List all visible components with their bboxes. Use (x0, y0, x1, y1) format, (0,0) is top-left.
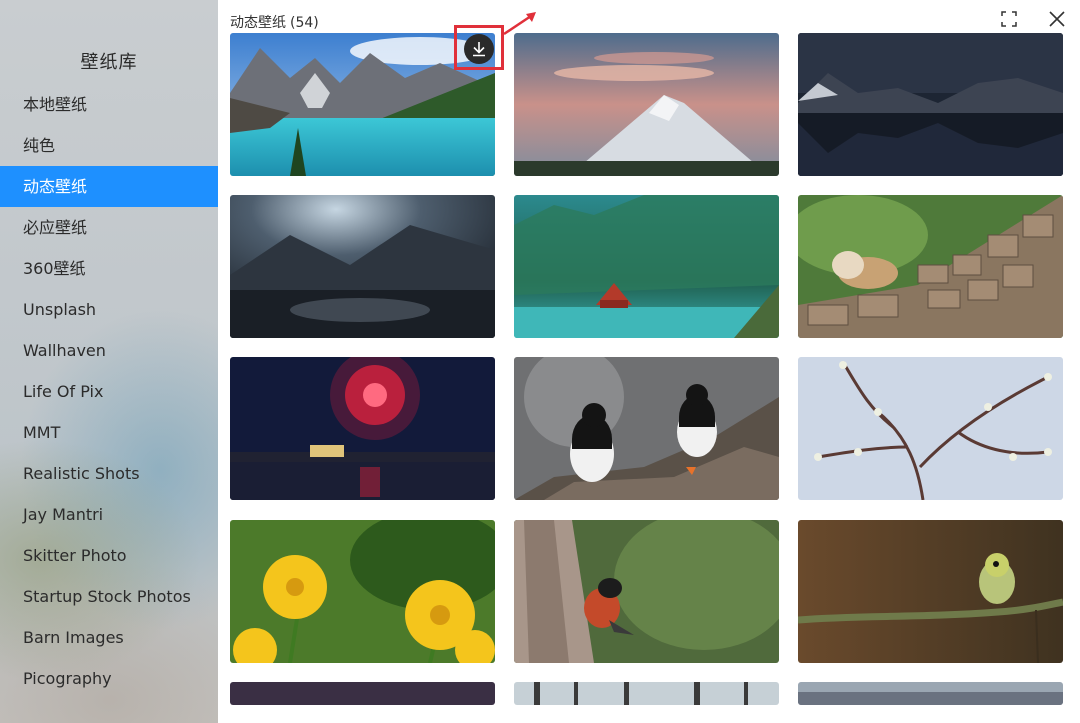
sidebar-item-wallhaven[interactable]: Wallhaven (0, 330, 218, 371)
wallpaper-thumbnail-partial-3[interactable] (798, 682, 1063, 705)
wallpaper-count: (54) (290, 15, 319, 31)
wallpaper-thumbnail-yellow-flowers[interactable] (230, 520, 495, 663)
sidebar-item-mmt[interactable]: MMT (0, 412, 218, 453)
sidebar-item-bing[interactable]: 必应壁纸 (0, 207, 218, 248)
wallpaper-thumbnail-red-cabin-lake[interactable] (514, 195, 779, 338)
close-icon[interactable] (1046, 8, 1068, 30)
wallpaper-thumbnail-bullfinch-tree[interactable] (514, 520, 779, 663)
wallpaper-thumbnail-fireworks-city[interactable] (230, 357, 495, 500)
fullscreen-icon[interactable] (999, 9, 1019, 29)
sidebar-item-barn-images[interactable]: Barn Images (0, 617, 218, 658)
wallpaper-thumbnail-partial-2[interactable] (514, 682, 779, 705)
sidebar-item-picography[interactable]: Picography (0, 658, 218, 699)
sidebar-item-skitter-photo[interactable]: Skitter Photo (0, 535, 218, 576)
sidebar-item-360[interactable]: 360壁纸 (0, 248, 218, 289)
sidebar-item-realistic-shots[interactable]: Realistic Shots (0, 453, 218, 494)
sidebar-item-life-of-pix[interactable]: Life Of Pix (0, 371, 218, 412)
sidebar-item-solid-color[interactable]: 纯色 (0, 125, 218, 166)
wallpaper-thumbnail-stormy-coast[interactable] (230, 195, 495, 338)
wallpaper-thumbnail-blossom-branch[interactable] (798, 357, 1063, 500)
sidebar: 壁纸库 本地壁纸 纯色 动态壁纸 必应壁纸 360壁纸 Unsplash Wal… (0, 0, 218, 723)
sidebar-title: 壁纸库 (80, 52, 138, 73)
highlight-box (454, 25, 504, 70)
wallpaper-thumbnail-partial-1[interactable] (230, 682, 495, 705)
sidebar-item-unsplash[interactable]: Unsplash (0, 289, 218, 330)
wallpaper-thumbnail-owl-stone-wall[interactable] (798, 195, 1063, 338)
sidebar-item-dynamic[interactable]: 动态壁纸 (0, 166, 218, 207)
sidebar-item-jay-mantri[interactable]: Jay Mantri (0, 494, 218, 535)
sidebar-item-local[interactable]: 本地壁纸 (0, 84, 218, 125)
sidebar-item-startup-stock-photos[interactable]: Startup Stock Photos (0, 576, 218, 617)
wallpaper-thumbnail-night-mountain-lake[interactable] (798, 33, 1063, 176)
wallpaper-thumbnail-puffins-rock[interactable] (514, 357, 779, 500)
main-panel: 动态壁纸 (54) (218, 0, 1080, 723)
page-title-text: 动态壁纸 (230, 15, 286, 31)
wallpaper-thumbnail-yellow-bird-branch[interactable] (798, 520, 1063, 663)
page-title: 动态壁纸 (54) (230, 12, 319, 32)
annotation-arrow (503, 12, 536, 36)
wallpaper-thumbnail-mountain-sunset-clouds[interactable] (514, 33, 779, 176)
